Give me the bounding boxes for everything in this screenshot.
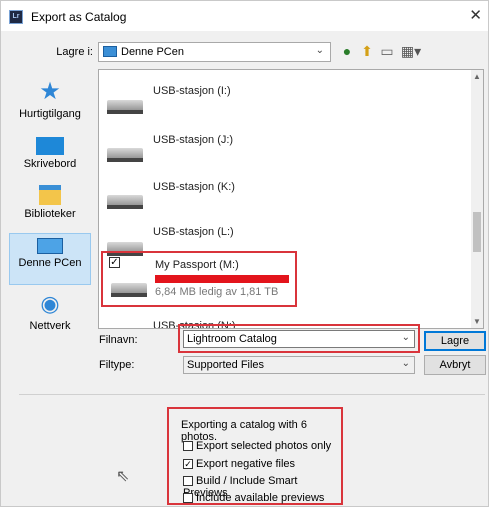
usb-drive-icon	[107, 195, 143, 209]
option-label: Export negative files	[196, 458, 296, 470]
new-folder-icon[interactable]: ▭	[379, 43, 395, 59]
title-bar: Lr Export as Catalog ✕	[1, 1, 488, 31]
place-label: Denne PCen	[18, 257, 82, 269]
file-list[interactable]: USB-stasjon (I:) USB-stasjon (J:) USB-st…	[98, 69, 484, 329]
drive-name: USB-stasjon (J:)	[153, 134, 234, 146]
place-label: Nettverk	[29, 320, 71, 332]
place-this-pc[interactable]: Denne PCen	[9, 233, 91, 285]
item-checkbox[interactable]: ✓	[109, 257, 120, 268]
usb-drive-icon	[111, 283, 147, 297]
mouse-cursor-icon: ⇖	[116, 468, 130, 485]
place-libraries[interactable]: Biblioteker	[9, 185, 91, 220]
export-options-box: Exporting a catalog with 6 photos. Expor…	[167, 407, 343, 505]
place-label: Biblioteker	[24, 208, 76, 220]
checkbox[interactable]	[183, 493, 193, 504]
checkbox[interactable]: ✓	[183, 459, 193, 470]
location-dropdown[interactable]: Denne PCen ⌄	[98, 42, 331, 62]
place-network[interactable]: ◉ Nettverk	[9, 291, 91, 332]
computer-icon	[103, 46, 117, 57]
places-bar: ★ Hurtigtilgang Skrivebord Biblioteker D…	[9, 69, 91, 339]
place-desktop[interactable]: Skrivebord	[9, 133, 91, 170]
location-label: Lagre i:	[56, 46, 93, 58]
place-label: Skrivebord	[23, 158, 77, 170]
filename-input[interactable]: Lightroom Catalog ⌄	[183, 330, 415, 348]
place-quick-access[interactable]: ★ Hurtigtilgang	[9, 78, 91, 121]
checkbox[interactable]	[183, 441, 193, 452]
export-dialog: Lr Export as Catalog ✕ Lagre i: Denne PC…	[0, 0, 489, 507]
star-icon: ★	[39, 78, 61, 105]
back-icon[interactable]: ●	[339, 43, 355, 59]
filetype-label: Filtype:	[99, 359, 135, 371]
usb-drive-icon	[107, 100, 143, 114]
drive-name: USB-stasjon (L:)	[153, 226, 234, 238]
selected-drive-row[interactable]: ✓ My Passport (M:) 6,84 MB ledig av 1,81…	[101, 251, 297, 307]
scroll-down-icon[interactable]: ▼	[473, 317, 481, 326]
filetype-value: Supported Files	[187, 359, 265, 371]
drive-free-space: 6,84 MB ledig av 1,81 TB	[155, 286, 279, 298]
capacity-bar	[155, 275, 289, 283]
vertical-scrollbar[interactable]: ▲ ▼	[471, 70, 483, 328]
network-icon: ◉	[40, 291, 60, 316]
scroll-up-icon[interactable]: ▲	[473, 72, 481, 81]
place-label: Hurtigtilgang	[19, 108, 81, 120]
filetype-select[interactable]: Supported Files ⌄	[183, 356, 415, 374]
chevron-down-icon: ⌄	[315, 45, 324, 56]
option-label: Include available previews	[196, 492, 325, 504]
option-available-previews[interactable]: Include available previews	[183, 492, 324, 504]
option-export-negatives[interactable]: ✓ Export negative files	[183, 458, 295, 470]
filename-label: Filnavn:	[99, 334, 138, 346]
drive-name: USB-stasjon (K:)	[153, 181, 235, 193]
drive-name: USB-stasjon (I:)	[153, 85, 231, 97]
close-icon[interactable]: ✕	[469, 6, 482, 24]
desktop-icon	[36, 137, 64, 155]
chevron-down-icon[interactable]: ⌄	[402, 332, 410, 343]
save-button[interactable]: Lagre	[424, 331, 486, 351]
checkbox[interactable]	[183, 476, 193, 487]
cancel-button[interactable]: Avbryt	[424, 355, 486, 375]
usb-drive-icon	[107, 148, 143, 162]
computer-icon	[37, 238, 63, 254]
location-value: Denne PCen	[121, 46, 184, 58]
lightroom-app-icon: Lr	[9, 10, 23, 24]
scroll-thumb[interactable]	[473, 212, 481, 252]
filename-value: Lightroom Catalog	[187, 333, 277, 345]
view-menu-icon[interactable]: ▦▾	[399, 43, 423, 59]
library-icon	[39, 185, 61, 205]
option-export-selected[interactable]: Export selected photos only	[183, 440, 331, 452]
up-folder-icon[interactable]: ⬆	[359, 43, 375, 59]
drive-name: My Passport (M:)	[155, 259, 239, 271]
window-title: Export as Catalog	[31, 10, 127, 24]
chevron-down-icon: ⌄	[401, 358, 410, 369]
option-label: Export selected photos only	[196, 440, 332, 452]
